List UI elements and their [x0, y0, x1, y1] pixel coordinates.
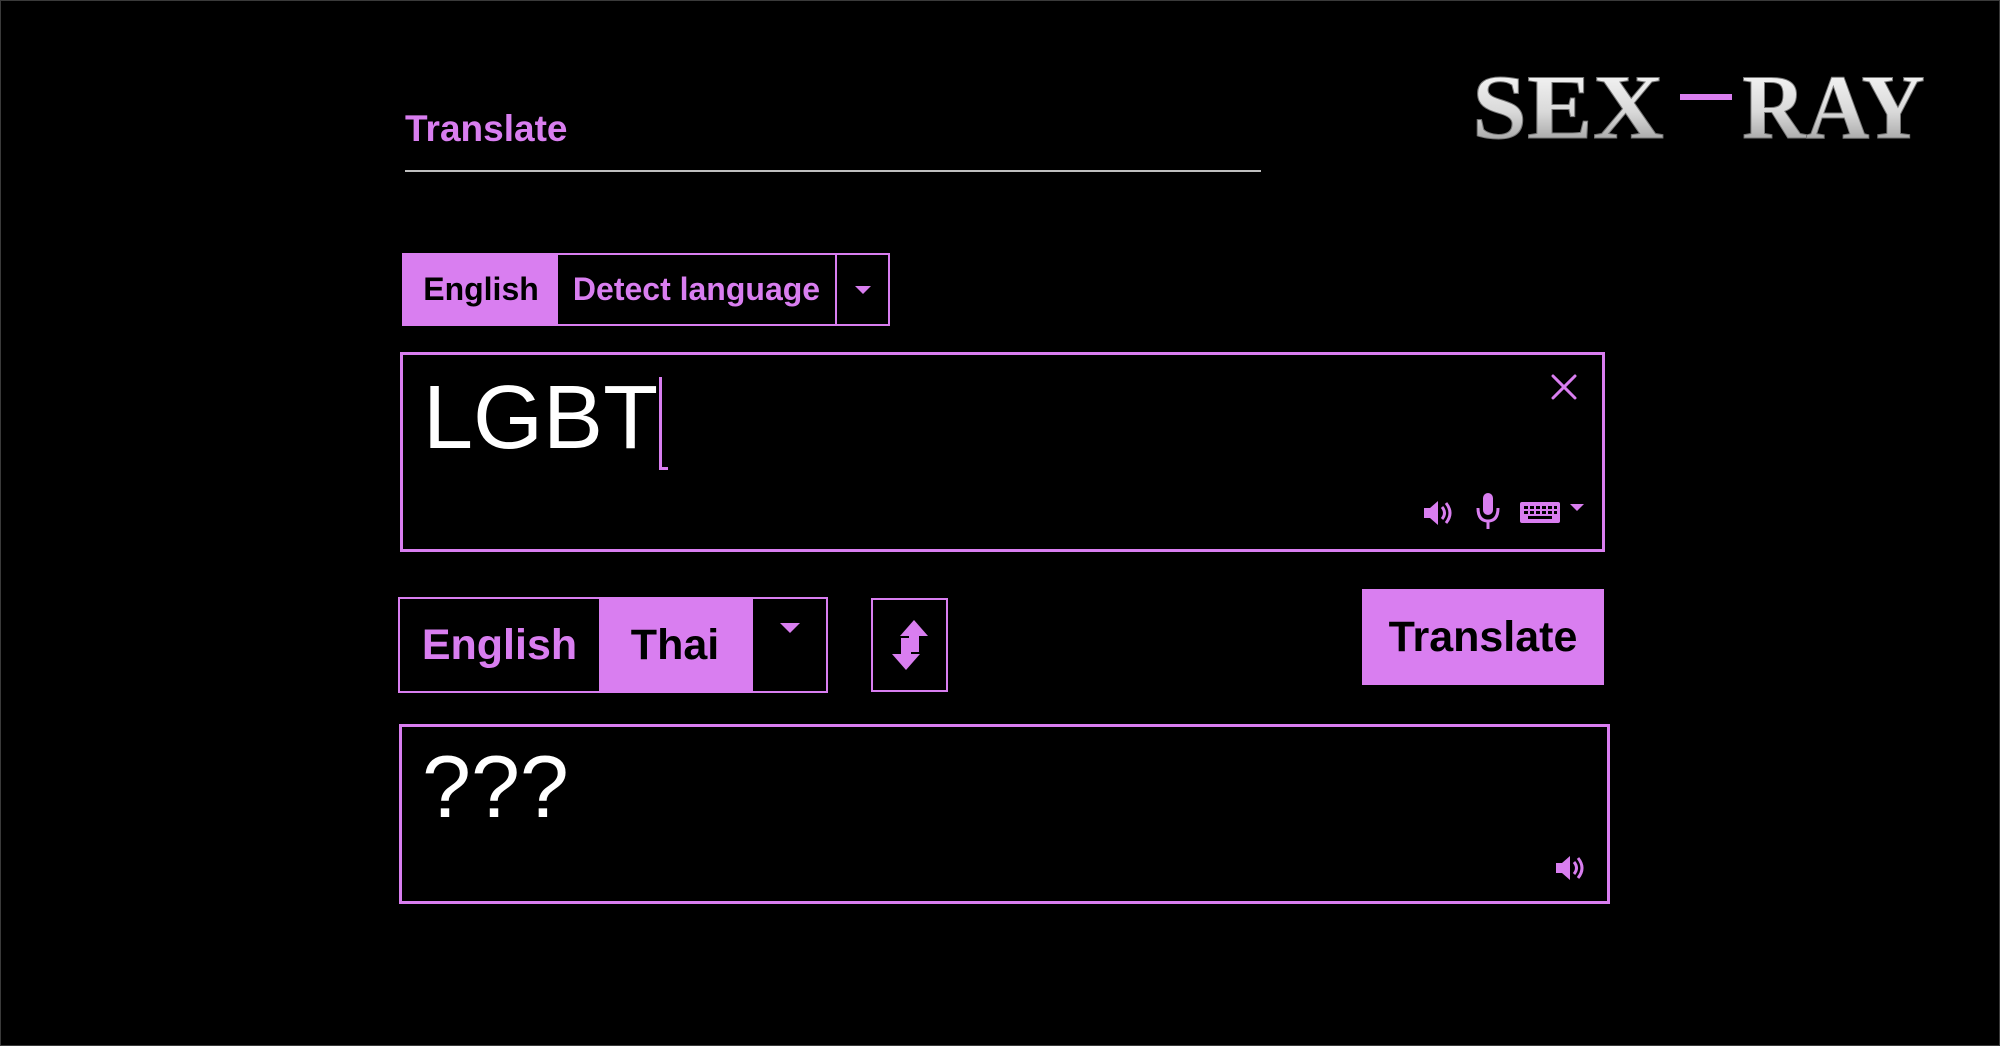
- keyboard-icon[interactable]: [1519, 495, 1561, 529]
- title-divider: [405, 170, 1261, 172]
- translation-output-text: ???: [422, 737, 569, 836]
- logo-text-left: SEX: [1472, 56, 1664, 151]
- logo-dash: [1680, 94, 1732, 100]
- chevron-down-icon: [779, 623, 800, 633]
- speaker-icon[interactable]: [1420, 495, 1456, 531]
- translate-button[interactable]: Translate: [1362, 589, 1604, 685]
- page-title: Translate: [405, 108, 568, 149]
- swap-icon: [891, 620, 928, 670]
- source-lang-english[interactable]: English: [404, 255, 558, 324]
- chevron-down-icon[interactable]: [1567, 501, 1587, 515]
- target-language-bar: English Thai: [398, 597, 828, 693]
- text-caret: [659, 377, 668, 470]
- source-lang-detect[interactable]: Detect language: [558, 255, 837, 324]
- target-lang-english[interactable]: English: [400, 599, 599, 691]
- speaker-icon[interactable]: [1552, 850, 1588, 886]
- logo-text-right: RAY: [1742, 56, 1925, 151]
- sex-ray-logo: SEX RAY: [1472, 56, 1926, 151]
- source-language-bar: English Detect language: [402, 253, 890, 326]
- chevron-down-icon: [854, 285, 871, 294]
- source-text: LGBT: [423, 368, 659, 468]
- target-lang-dropdown[interactable]: [753, 599, 826, 691]
- target-lang-thai[interactable]: Thai: [599, 599, 753, 691]
- source-lang-dropdown[interactable]: [837, 255, 888, 324]
- source-text-box[interactable]: LGBT: [400, 352, 1605, 552]
- close-icon[interactable]: [1546, 369, 1582, 405]
- microphone-icon[interactable]: [1473, 491, 1503, 531]
- translation-output-box: ???: [399, 724, 1610, 904]
- swap-languages-button[interactable]: [871, 598, 948, 692]
